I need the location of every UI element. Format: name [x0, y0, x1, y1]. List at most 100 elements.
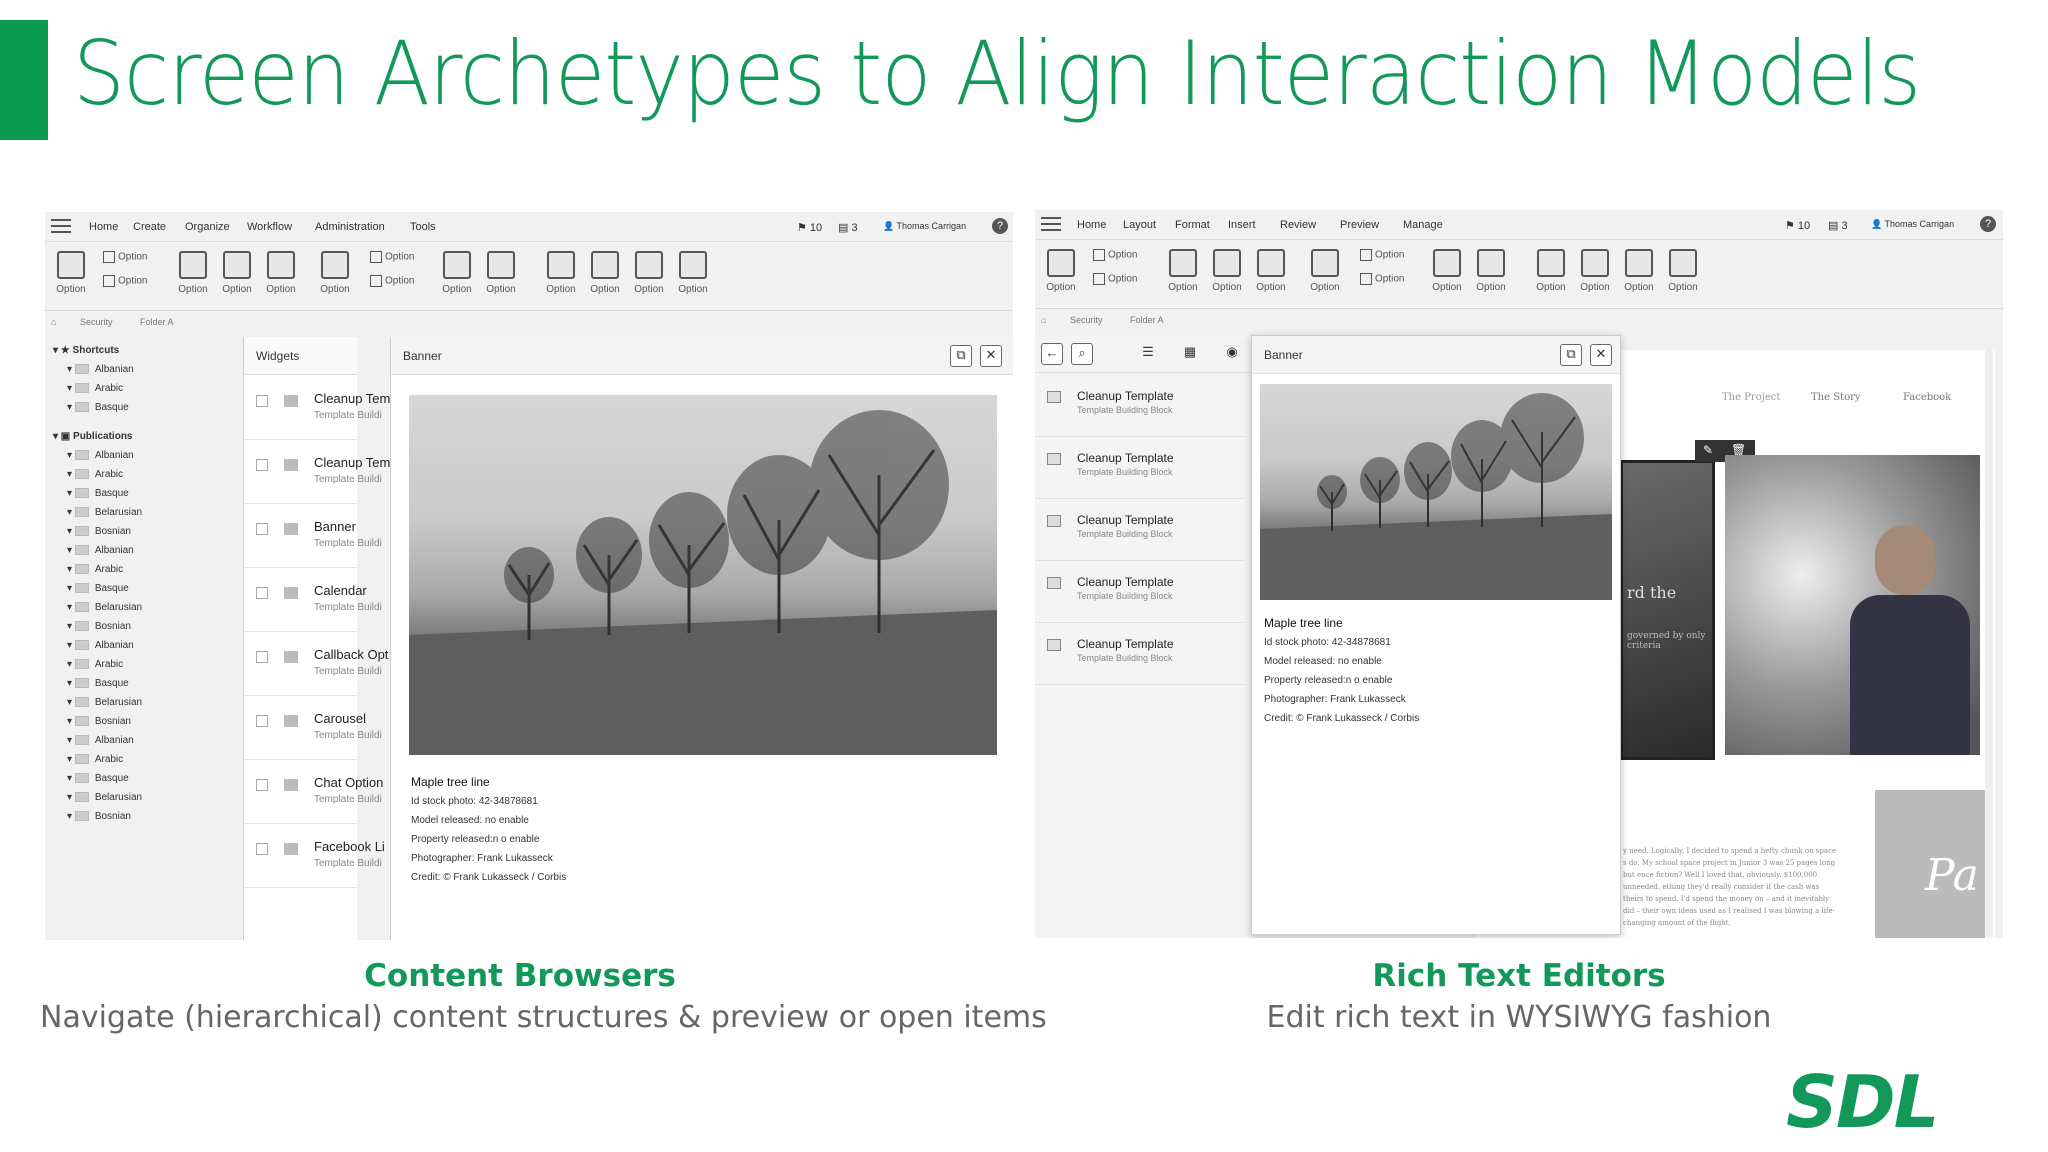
ribbon-table-button[interactable]: Option [1427, 249, 1467, 293]
tree-node[interactable]: ▾ Arabic [67, 754, 123, 765]
row-checkbox[interactable] [256, 523, 268, 535]
tree-node[interactable]: ▾ Arabic [67, 659, 123, 670]
ribbon-align-right-button[interactable]: Option [261, 251, 301, 295]
tree-node[interactable]: ▾ Basque [67, 773, 129, 784]
list-item[interactable]: Cleanup Template Template Building Block [1035, 623, 1245, 685]
ribbon-small-option[interactable]: Option [1093, 273, 1137, 285]
ribbon-document-button[interactable]: Option [673, 251, 713, 295]
tree-node[interactable]: ▾ Albanian [67, 450, 134, 461]
ribbon-small-option[interactable]: Option [370, 275, 414, 287]
tree-node[interactable]: ▾ Arabic [67, 383, 123, 394]
preview-eye-icon[interactable]: ◉ [1221, 343, 1243, 365]
tree-node[interactable]: ▾ Albanian [67, 735, 134, 746]
menu-home[interactable]: Home [1077, 219, 1106, 231]
ribbon-document-button[interactable]: Option [1663, 249, 1703, 293]
web-image-dark[interactable]: rd the governed by only criteria [1620, 460, 1715, 760]
ribbon-align-center-button[interactable]: Option [217, 251, 257, 295]
widget-row[interactable]: Cleanup Tem Template Buildi [244, 441, 390, 504]
web-nav-item[interactable]: The Project [1722, 392, 1780, 403]
row-checkbox[interactable] [256, 651, 268, 663]
tree-node[interactable]: ▾ Albanian [67, 640, 134, 651]
list-view-icon[interactable]: ☰ [1137, 343, 1159, 365]
web-side-image[interactable]: Pa [1875, 790, 1985, 938]
user-menu[interactable]: 👤 Thomas Carrigan [1871, 219, 1954, 230]
menu-tools[interactable]: Tools [410, 221, 436, 233]
home-icon[interactable]: ⌂ [1041, 315, 1046, 325]
tree-node[interactable]: ▾ Belarusian [67, 507, 142, 518]
ribbon-media-button[interactable]: Option [585, 251, 625, 295]
web-hero-photo[interactable] [1725, 455, 1980, 755]
list-item[interactable]: Cleanup Template Template Building Block [1035, 499, 1245, 561]
tree-node-shortcuts[interactable]: ▾ ★ Shortcuts [53, 345, 119, 356]
ribbon-paste-button[interactable]: Option [51, 251, 91, 295]
ribbon-align-center-button[interactable]: Option [1207, 249, 1247, 293]
tree-node[interactable]: ▾ Bosnian [67, 716, 131, 727]
ribbon-paste-button[interactable]: Option [1041, 249, 1081, 293]
menu-layout[interactable]: Layout [1123, 219, 1156, 231]
ribbon-small-option[interactable]: Option [103, 275, 147, 287]
tree-node[interactable]: ▾ Belarusian [67, 697, 142, 708]
tree-node[interactable]: ▾ Arabic [67, 564, 123, 575]
tree-node-publications[interactable]: ▾ ▣ Publications [53, 431, 132, 442]
menu-create[interactable]: Create [133, 221, 166, 233]
list-item[interactable]: Cleanup Template Template Building Block [1035, 561, 1245, 623]
tree-node[interactable]: ▾ Basque [67, 678, 129, 689]
widget-row[interactable]: Calendar Template Buildi [244, 569, 382, 632]
close-icon[interactable]: ✕ [1590, 344, 1612, 366]
menu-organize[interactable]: Organize [185, 221, 230, 233]
help-icon[interactable]: ? [1980, 216, 1996, 232]
home-icon[interactable]: ⌂ [51, 317, 56, 327]
row-checkbox[interactable] [256, 395, 268, 407]
breadcrumb-item[interactable]: Folder A [1130, 315, 1164, 325]
hamburger-menu-icon[interactable] [51, 219, 71, 235]
ribbon-layout-button[interactable]: Option [1471, 249, 1511, 293]
web-nav-item[interactable]: Facebook [1903, 392, 1951, 403]
ribbon-small-option[interactable]: Option [370, 251, 414, 263]
list-item[interactable]: Cleanup Template Template Building Block [1035, 375, 1245, 437]
ribbon-align-left-button[interactable]: Option [1163, 249, 1203, 293]
ribbon-cut-button[interactable]: Option [541, 251, 581, 295]
tree-node[interactable]: ▾ Bosnian [67, 811, 131, 822]
ribbon-small-option[interactable]: Option [1093, 249, 1137, 261]
open-external-icon[interactable]: ⧉ [950, 345, 972, 367]
widget-row[interactable]: Chat Option Template Buildi [244, 761, 383, 824]
tree-node[interactable]: ▾ Bosnian [67, 526, 131, 537]
ribbon-image-button[interactable]: Option [1305, 249, 1345, 293]
tasks-counter[interactable]: ▤ 3 [838, 221, 858, 234]
ribbon-calculator-button[interactable]: Option [1619, 249, 1659, 293]
breadcrumb-item[interactable]: Security [80, 317, 113, 327]
row-checkbox[interactable] [256, 779, 268, 791]
widget-row[interactable]: Facebook Li Template Buildi [244, 825, 385, 888]
menu-review[interactable]: Review [1280, 219, 1316, 231]
scrollbar[interactable] [1985, 350, 1993, 938]
web-nav-item[interactable]: The Story [1811, 392, 1861, 403]
row-checkbox[interactable] [256, 587, 268, 599]
menu-insert[interactable]: Insert [1228, 219, 1256, 231]
tree-node[interactable]: ▾ Bosnian [67, 621, 131, 632]
ribbon-cut-button[interactable]: Option [1531, 249, 1571, 293]
widget-row[interactable]: Cleanup Tem Template Buildi [244, 377, 390, 440]
breadcrumb-item[interactable]: Security [1070, 315, 1103, 325]
search-icon[interactable]: ⌕ [1071, 343, 1093, 365]
list-item[interactable]: Cleanup Template Template Building Block [1035, 437, 1245, 499]
ribbon-table-button[interactable]: Option [437, 251, 477, 295]
menu-format[interactable]: Format [1175, 219, 1210, 231]
flags-counter[interactable]: ⚑ 10 [797, 221, 822, 234]
ribbon-calculator-button[interactable]: Option [629, 251, 669, 295]
ribbon-small-option[interactable]: Option [103, 251, 147, 263]
row-checkbox[interactable] [256, 843, 268, 855]
flags-counter[interactable]: ⚑ 10 [1785, 219, 1810, 232]
close-icon[interactable]: ✕ [980, 345, 1002, 367]
menu-workflow[interactable]: Workflow [247, 221, 292, 233]
widget-row[interactable]: Callback Opt Template Buildi [244, 633, 388, 696]
ribbon-layout-button[interactable]: Option [481, 251, 521, 295]
tasks-counter[interactable]: ▤ 3 [1828, 219, 1848, 232]
widget-row[interactable]: Banner Template Buildi [244, 505, 382, 568]
back-icon[interactable]: ← [1041, 343, 1063, 365]
ribbon-align-left-button[interactable]: Option [173, 251, 213, 295]
row-checkbox[interactable] [256, 459, 268, 471]
ribbon-image-button[interactable]: Option [315, 251, 355, 295]
tree-node[interactable]: ▾ Basque [67, 402, 129, 413]
tree-node[interactable]: ▾ Albanian [67, 364, 134, 375]
ribbon-small-option[interactable]: Option [1360, 249, 1404, 261]
